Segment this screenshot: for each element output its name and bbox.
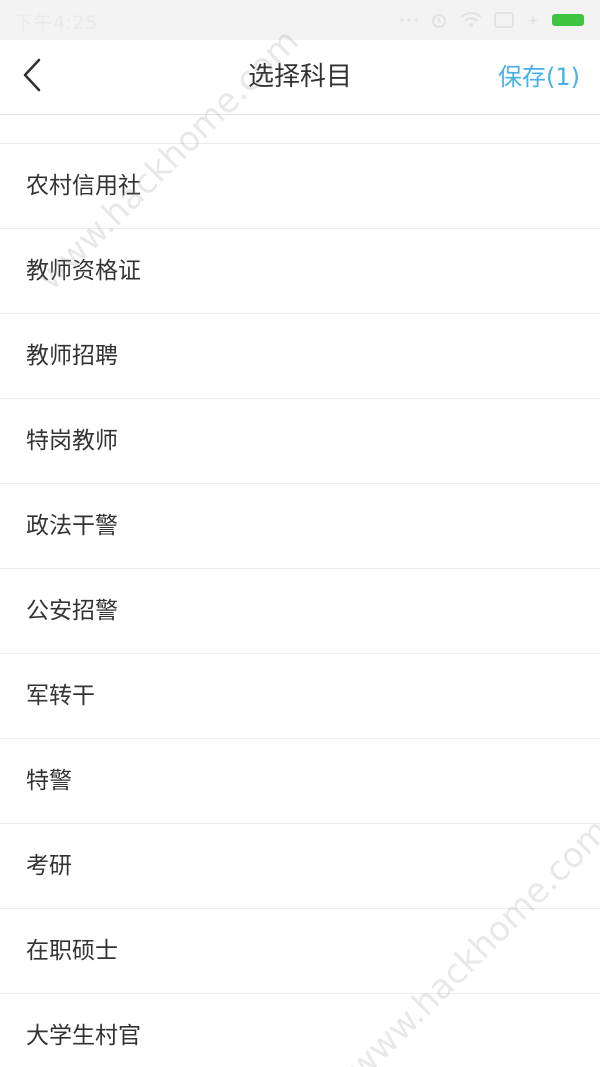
- app-header: 选择科目 保存(1): [0, 40, 600, 115]
- list-item[interactable]: 公安招警: [0, 569, 600, 654]
- battery-icon: [552, 14, 584, 26]
- sim-icon: [494, 12, 514, 28]
- status-icons: [400, 9, 584, 31]
- list-item[interactable]: 政法干警: [0, 484, 600, 569]
- list-item[interactable]: 大学生村官: [0, 994, 600, 1067]
- list-item[interactable]: 教师招聘: [0, 314, 600, 399]
- page-title: 选择科目: [247, 62, 352, 92]
- screen: 下午4:25 选择科目 保存(1) 农村信用社 教师资格证 教师招聘 特岗教师 …: [0, 0, 600, 1067]
- status-bar: 下午4:25: [0, 0, 600, 40]
- status-time: 下午4:25: [14, 12, 98, 34]
- list-item[interactable]: 教师资格证: [0, 229, 600, 314]
- list-item[interactable]: 特警: [0, 739, 600, 824]
- list-item[interactable]: 军转干: [0, 654, 600, 739]
- list-item[interactable]: 考研: [0, 824, 600, 909]
- wifi-icon: [460, 12, 482, 28]
- dots-icon: [400, 17, 418, 23]
- list-item[interactable]: 农村信用社: [0, 144, 600, 229]
- back-button[interactable]: [10, 52, 54, 102]
- chevron-left-icon: [21, 58, 43, 96]
- save-button[interactable]: 保存(1): [498, 40, 580, 114]
- alarm-icon: [430, 11, 448, 29]
- subject-list: 农村信用社 教师资格证 教师招聘 特岗教师 政法干警 公安招警 军转干 特警 考…: [0, 143, 600, 1067]
- list-item[interactable]: 特岗教师: [0, 399, 600, 484]
- list-item[interactable]: 在职硕士: [0, 909, 600, 994]
- airplane-icon: [526, 13, 540, 27]
